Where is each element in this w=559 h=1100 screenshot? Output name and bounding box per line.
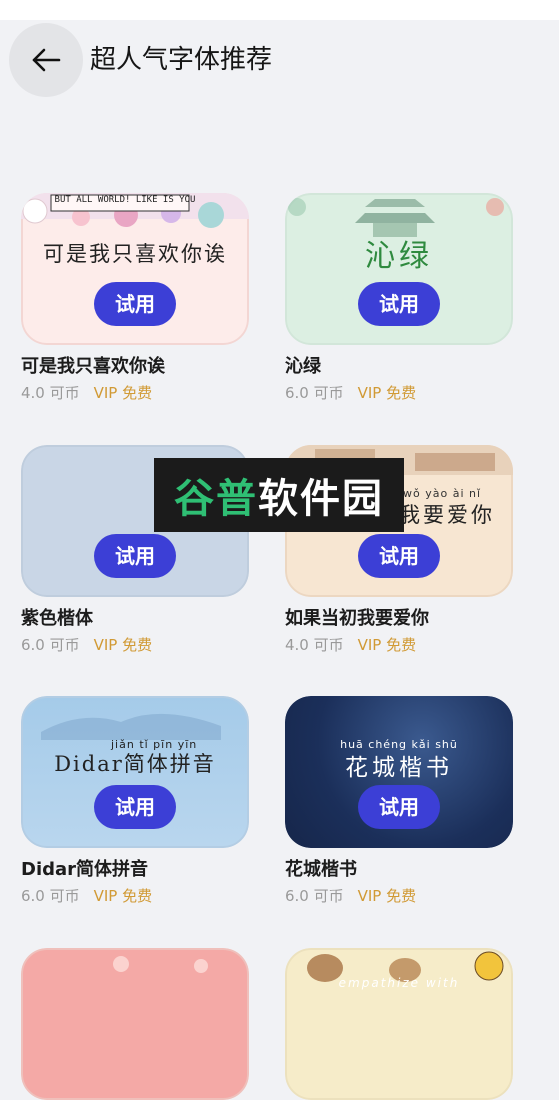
vip-badge: VIP 免费	[93, 636, 153, 654]
font-price: 6.0 可币	[285, 384, 344, 402]
back-button[interactable]	[9, 23, 83, 97]
font-price-row: 4.0 可币 VIP 免费	[21, 383, 249, 403]
preview-banner-text: BUT ALL WORLD! LIKE IS YOU	[54, 195, 196, 205]
vip-badge: VIP 免费	[357, 887, 417, 905]
font-name: Didar简体拼音	[21, 859, 149, 880]
try-button[interactable]: 试用	[94, 282, 176, 326]
font-price-row: 6.0 可币 VIP 免费	[21, 886, 249, 906]
try-button[interactable]: 试用	[358, 785, 440, 829]
try-button[interactable]: 试用	[358, 282, 440, 326]
watermark-white-text: 软件园	[258, 476, 384, 522]
font-card[interactable]	[21, 948, 249, 1100]
preview-caption: empathize with	[338, 976, 460, 990]
preview-text: 花城楷书	[345, 755, 453, 781]
preview-text: 可是我只喜欢你诶	[43, 242, 227, 266]
font-card[interactable]: BUT ALL WORLD! LIKE IS YOU 可是我只喜欢你诶 试用 可…	[21, 193, 249, 403]
preview-text: 我要爱你	[399, 503, 495, 527]
font-price: 6.0 可币	[21, 887, 80, 905]
status-bar	[0, 0, 559, 20]
vip-badge: VIP 免费	[93, 887, 153, 905]
font-preview[interactable]: huā chéng kǎi shū 花城楷书 试用	[285, 696, 513, 848]
preview-text: 沁绿	[365, 239, 433, 274]
preview-decoration	[113, 956, 208, 973]
font-card[interactable]: jiǎn tǐ pīn yīn Didar简体拼音 试用 Didar简体拼音 6…	[21, 696, 249, 906]
font-preview[interactable]	[21, 948, 249, 1100]
font-preview[interactable]: jiǎn tǐ pīn yīn Didar简体拼音 试用	[21, 696, 249, 848]
font-name: 可是我只喜欢你诶	[21, 356, 165, 377]
font-name: 花城楷书	[285, 859, 357, 880]
vip-badge: VIP 免费	[357, 384, 417, 402]
font-name: 紫色楷体	[21, 608, 93, 629]
font-card[interactable]: empathize with	[285, 948, 513, 1100]
font-price-row: 6.0 可币 VIP 免费	[285, 886, 513, 906]
page-title: 超人气字体推荐	[90, 45, 273, 75]
font-preview[interactable]: empathize with	[285, 948, 513, 1100]
vip-badge: VIP 免费	[357, 636, 417, 654]
font-price: 4.0 可币	[285, 636, 344, 654]
font-price-row: 4.0 可币 VIP 免费	[285, 635, 513, 655]
font-preview[interactable]: BUT ALL WORLD! LIKE IS YOU 可是我只喜欢你诶 试用	[21, 193, 249, 345]
try-button[interactable]: 试用	[94, 785, 176, 829]
font-price: 6.0 可币	[285, 887, 344, 905]
preview-text: Didar简体拼音	[54, 752, 216, 776]
watermark-logo: 谷普 软件园	[154, 458, 404, 532]
try-button[interactable]: 试用	[358, 534, 440, 578]
font-name: 如果当初我要爱你	[285, 608, 429, 629]
vip-badge: VIP 免费	[93, 384, 153, 402]
font-price-row: 6.0 可币 VIP 免费	[285, 383, 513, 403]
watermark-green-text: 谷普	[174, 476, 258, 522]
try-button[interactable]: 试用	[94, 534, 176, 578]
font-name: 沁绿	[285, 356, 321, 377]
header: 超人气字体推荐	[0, 20, 559, 100]
font-card[interactable]: huā chéng kǎi shū 花城楷书 试用 花城楷书 6.0 可币 VIP…	[285, 696, 513, 906]
font-price-row: 6.0 可币 VIP 免费	[21, 635, 249, 655]
font-preview[interactable]: 沁绿 试用	[285, 193, 513, 345]
font-card[interactable]: 沁绿 试用 沁绿 6.0 可币 VIP 免费	[285, 193, 513, 403]
arrow-left-icon	[32, 48, 61, 72]
font-price: 4.0 可币	[21, 384, 80, 402]
font-price: 6.0 可币	[21, 636, 80, 654]
